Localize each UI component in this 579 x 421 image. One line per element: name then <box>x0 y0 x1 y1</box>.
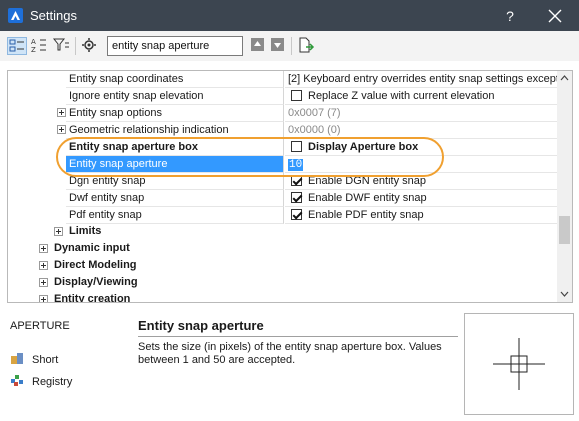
property-row-selected[interactable]: Entity snap aperture 10 <box>8 156 558 173</box>
next-result-button[interactable] <box>269 37 289 55</box>
close-button[interactable] <box>540 4 570 28</box>
previous-result-button[interactable] <box>249 37 269 55</box>
category-entity-creation[interactable]: Entity creation <box>54 291 130 302</box>
property-value[interactable]: [2] Keyboard entry overrides entity snap… <box>285 71 558 88</box>
toolbar: A Z <box>0 31 579 61</box>
expand-icon[interactable] <box>39 244 48 253</box>
categorized-view-button[interactable] <box>7 37 27 55</box>
sort-az-icon: A Z <box>31 38 46 54</box>
property-value[interactable]: Enable PDF entity snap <box>285 207 558 224</box>
property-value[interactable]: Display Aperture box <box>285 139 558 156</box>
short-label: Short <box>32 354 59 366</box>
checkbox-label: Replace Z value with current elevation <box>308 90 495 102</box>
category-limits[interactable]: Limits <box>69 223 101 240</box>
property-row[interactable]: Dwf entity snap Enable DWF entity snap <box>8 190 558 207</box>
property-row[interactable]: Entity snap aperture box Display Apertur… <box>8 139 558 156</box>
property-name: Ignore entity snap elevation <box>66 88 284 105</box>
checkbox-label: Enable DGN entity snap <box>308 175 427 187</box>
expand-icon[interactable] <box>54 227 63 236</box>
property-value[interactable]: Enable DWF entity snap <box>285 190 558 207</box>
arrow-up-icon <box>251 38 264 51</box>
svg-text:Z: Z <box>31 46 36 53</box>
property-value[interactable]: Replace Z value with current elevation <box>285 88 558 105</box>
property-row[interactable]: Dgn entity snap Enable DGN entity snap <box>8 173 558 190</box>
export-icon <box>299 37 315 53</box>
registry-link[interactable]: Registry <box>10 374 72 390</box>
property-value[interactable]: Enable DGN entity snap <box>285 173 558 190</box>
registry-icon <box>10 374 24 387</box>
app-logo-icon <box>8 8 23 23</box>
pdf-snap-checkbox[interactable] <box>291 209 302 220</box>
filter-icon <box>52 38 69 51</box>
aperture-preview <box>464 313 574 415</box>
property-value: 0x0007 (7) <box>285 105 558 122</box>
short-link[interactable]: Short <box>10 352 58 368</box>
property-name: Entity snap coordinates <box>66 71 284 88</box>
property-name: Entity snap aperture <box>66 156 284 173</box>
scrollbar-thumb[interactable] <box>559 216 570 244</box>
aperture-size-input[interactable]: 10 <box>288 159 304 171</box>
property-name: Entity snap options <box>66 105 284 122</box>
property-name: Dgn entity snap <box>66 173 284 190</box>
property-row[interactable]: Pdf entity snap Enable PDF entity snap <box>8 207 558 224</box>
toolbar-separator <box>291 37 292 55</box>
aperture-box-checkbox[interactable] <box>291 141 302 152</box>
registry-label: Registry <box>32 376 73 388</box>
toolbar-separator <box>75 37 76 55</box>
alphabetical-view-button[interactable]: A Z <box>30 37 50 55</box>
close-icon <box>548 9 562 23</box>
expand-icon[interactable] <box>57 125 66 134</box>
ignore-elevation-checkbox[interactable] <box>291 90 302 101</box>
property-name: Dwf entity snap <box>66 190 284 207</box>
checkbox-label: Enable PDF entity snap <box>308 209 424 221</box>
dgn-snap-checkbox[interactable] <box>291 175 302 186</box>
property-grid: Entity snap coordinates [2] Keyboard ent… <box>7 70 573 303</box>
manage-button[interactable] <box>80 37 100 55</box>
property-value[interactable]: 10 <box>285 156 558 173</box>
category-dynamic-input[interactable]: Dynamic input <box>54 240 130 257</box>
expand-icon[interactable] <box>39 261 48 270</box>
dwf-snap-checkbox[interactable] <box>291 192 302 203</box>
description-text: Sets the size (in pixels) of the entity … <box>138 341 442 366</box>
description-title: Entity snap aperture <box>138 318 264 333</box>
title-bar: Settings ? <box>0 0 579 31</box>
description-divider <box>138 336 458 337</box>
property-value: 0x0000 (0) <box>285 122 558 139</box>
property-row[interactable]: Ignore entity snap elevation Replace Z v… <box>8 88 558 105</box>
chevron-up-icon[interactable] <box>557 71 572 86</box>
filter-button[interactable] <box>52 37 72 55</box>
crosshair-aperture-icon <box>493 338 545 390</box>
category-direct-modeling[interactable]: Direct Modeling <box>54 257 137 274</box>
search-input[interactable] <box>107 36 243 56</box>
vertical-scrollbar[interactable] <box>557 71 572 302</box>
checkbox-label: Enable DWF entity snap <box>308 192 427 204</box>
expand-icon[interactable] <box>39 295 48 302</box>
property-name: Pdf entity snap <box>66 207 284 224</box>
category-display-viewing[interactable]: Display/Viewing <box>54 274 138 291</box>
command-name: APERTURE <box>10 320 70 332</box>
property-row[interactable]: Entity snap coordinates [2] Keyboard ent… <box>8 71 558 88</box>
property-name: Entity snap aperture box <box>66 139 284 156</box>
window-title: Settings <box>30 8 77 23</box>
arrow-down-icon <box>271 38 284 51</box>
gear-icon <box>82 38 96 52</box>
svg-text:A: A <box>31 38 36 46</box>
short-icon <box>10 352 24 365</box>
property-row[interactable]: Entity snap options 0x0007 (7) <box>8 105 558 122</box>
expand-icon[interactable] <box>39 278 48 287</box>
categorized-icon <box>9 39 24 52</box>
property-row[interactable]: Geometric relationship indication 0x0000… <box>8 122 558 139</box>
checkbox-label: Display Aperture box <box>308 141 419 153</box>
help-button[interactable]: ? <box>498 5 522 27</box>
chevron-down-icon[interactable] <box>557 287 572 302</box>
property-name: Geometric relationship indication <box>66 122 284 139</box>
expand-icon[interactable] <box>57 108 66 117</box>
export-button[interactable] <box>297 37 317 55</box>
